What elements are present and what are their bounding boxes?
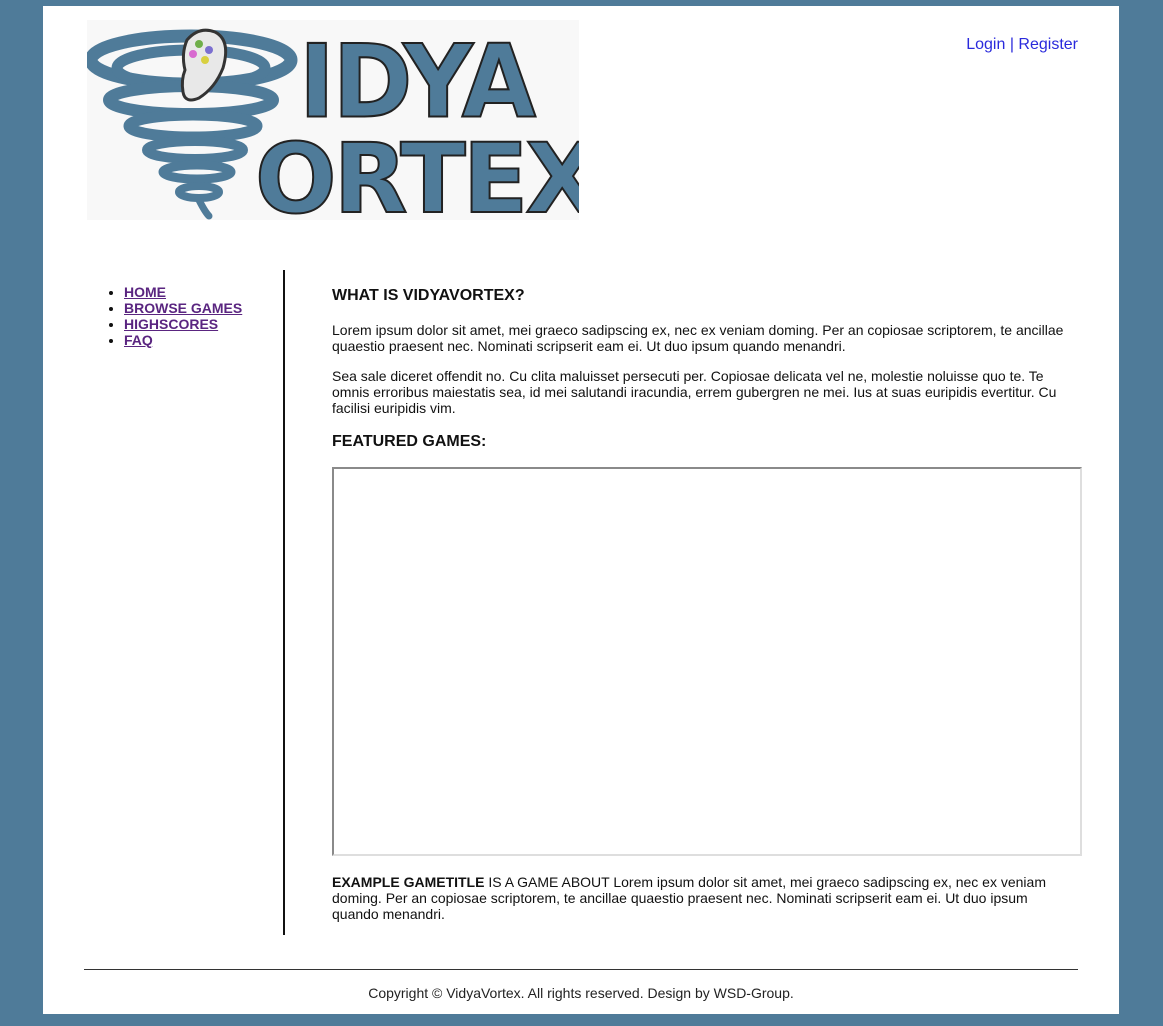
main-nav: HOME BROWSE GAMES HIGHSCORES FAQ [107, 284, 242, 348]
about-paragraph-1: Lorem ipsum dolor sit amet, mei graeco s… [332, 322, 1064, 354]
page-container: IDYA ORTEX Login | Register HOME BROWSE … [43, 6, 1119, 1014]
about-heading: WHAT IS VIDYAVORTEX? [332, 287, 525, 304]
nav-link-faq[interactable]: FAQ [124, 332, 153, 348]
auth-links: Login | Register [966, 36, 1078, 54]
featured-heading: FEATURED GAMES: [332, 433, 487, 450]
footer-divider [84, 969, 1078, 970]
game-title: EXAMPLE GAMETITLE [332, 874, 485, 890]
nav-item-faq: FAQ [124, 332, 242, 348]
site-logo[interactable]: IDYA ORTEX [87, 20, 579, 220]
auth-separator: | [1005, 36, 1019, 53]
featured-games-frame[interactable] [332, 467, 1082, 856]
main-content: WHAT IS VIDYAVORTEX? Lorem ipsum dolor s… [332, 286, 1084, 922]
sidebar-divider [283, 270, 285, 935]
nav-item-highscores: HIGHSCORES [124, 316, 242, 332]
svg-text:ORTEX: ORTEX [255, 123, 579, 220]
footer-text: Copyright © VidyaVortex. All rights rese… [368, 985, 794, 1001]
about-paragraph-2: Sea sale diceret offendit no. Cu clita m… [332, 368, 1057, 416]
nav-item-browse-games: BROWSE GAMES [124, 300, 242, 316]
nav-item-home: HOME [124, 284, 242, 300]
login-link[interactable]: Login [966, 36, 1005, 53]
game-description: EXAMPLE GAMETITLE IS A GAME ABOUT Lorem … [332, 874, 1072, 922]
register-link[interactable]: Register [1018, 36, 1078, 53]
vortex-logo-icon: IDYA ORTEX [87, 23, 579, 220]
nav-link-home[interactable]: HOME [124, 284, 166, 300]
nav-link-highscores[interactable]: HIGHSCORES [124, 316, 218, 332]
nav-link-browse-games[interactable]: BROWSE GAMES [124, 300, 242, 316]
